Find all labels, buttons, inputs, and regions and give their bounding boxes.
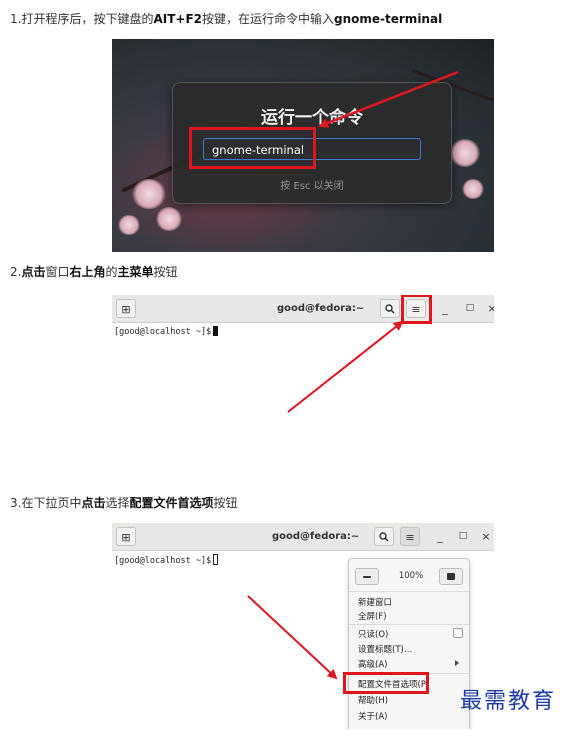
arrow-to-command-input [318,70,459,128]
arrow-to-preferences [247,595,338,680]
annotation-arrows [247,70,459,680]
arrow-to-menu-button [287,320,404,413]
watermark-logo: 最需教育 [460,689,557,714]
